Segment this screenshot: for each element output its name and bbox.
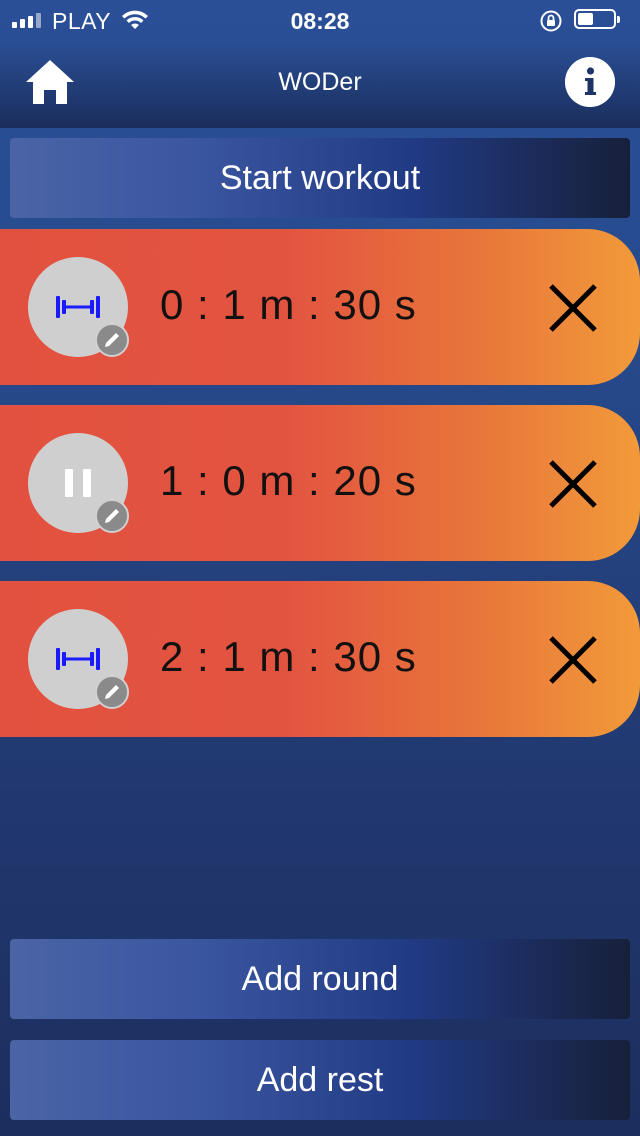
status-bar: PLAY 08:28: [0, 0, 640, 40]
round-row: 2 : 1 m : 30 s: [0, 581, 640, 737]
round-duration: 1 : 0 m : 20 s: [160, 457, 417, 504]
edit-round-button[interactable]: [95, 323, 129, 357]
close-icon[interactable]: [546, 633, 600, 687]
round-duration: 2 : 1 m : 30 s: [160, 633, 417, 680]
page-title: WODer: [278, 68, 362, 96]
rotation-lock-icon: [540, 10, 562, 32]
pencil-icon: [105, 509, 119, 523]
close-icon[interactable]: [546, 457, 600, 511]
pencil-icon: [105, 685, 119, 699]
add-round-button[interactable]: Add round: [10, 939, 630, 1019]
add-round-label: Add round: [241, 959, 399, 998]
close-icon[interactable]: [546, 281, 600, 335]
start-workout-label: Start workout: [219, 158, 421, 197]
edit-round-button[interactable]: [95, 499, 129, 533]
add-rest-button[interactable]: Add rest: [10, 1040, 630, 1120]
round-row: 1 : 0 m : 20 s: [0, 405, 640, 561]
round-duration: 0 : 1 m : 30 s: [160, 281, 417, 328]
pencil-icon: [105, 333, 119, 347]
start-workout-button[interactable]: Start workout: [10, 138, 630, 218]
edit-round-button[interactable]: [95, 675, 129, 709]
round-row: 0 : 1 m : 30 s: [0, 229, 640, 385]
add-rest-label: Add rest: [256, 1060, 384, 1099]
app-header: WODer: [0, 40, 640, 128]
battery-icon: [574, 9, 620, 29]
info-icon[interactable]: [565, 57, 615, 107]
